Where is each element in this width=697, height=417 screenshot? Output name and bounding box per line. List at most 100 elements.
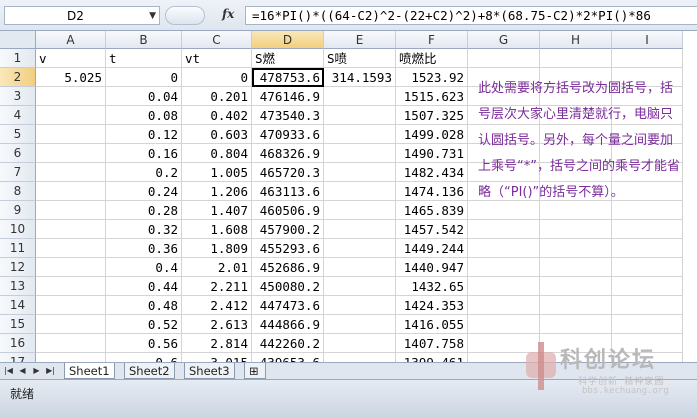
cell-i12[interactable] xyxy=(612,258,683,277)
insert-sheet-icon[interactable]: ⊞ xyxy=(244,363,266,379)
cell-e16[interactable] xyxy=(324,334,396,353)
cell-a10[interactable] xyxy=(36,220,106,239)
cell-b15[interactable]: 0.52 xyxy=(106,315,182,334)
cell-c12[interactable]: 2.01 xyxy=(182,258,252,277)
cell-b9[interactable]: 0.28 xyxy=(106,201,182,220)
cell-d10[interactable]: 457900.2 xyxy=(252,220,324,239)
cell-c8[interactable]: 1.206 xyxy=(182,182,252,201)
cell-b5[interactable]: 0.12 xyxy=(106,125,182,144)
cell-h10[interactable] xyxy=(540,220,612,239)
cell-c13[interactable]: 2.211 xyxy=(182,277,252,296)
cell-a7[interactable] xyxy=(36,163,106,182)
row-header-10[interactable]: 10 xyxy=(0,220,36,239)
cell-c2[interactable]: 0 xyxy=(182,68,252,87)
cell-c5[interactable]: 0.603 xyxy=(182,125,252,144)
row-header-6[interactable]: 6 xyxy=(0,144,36,163)
cell-d9[interactable]: 460506.9 xyxy=(252,201,324,220)
cell-f7[interactable]: 1482.434 xyxy=(396,163,468,182)
cell-g13[interactable] xyxy=(468,277,540,296)
row-header-9[interactable]: 9 xyxy=(0,201,36,220)
cell-f2[interactable]: 1523.92 xyxy=(396,68,468,87)
cell-d6[interactable]: 468326.9 xyxy=(252,144,324,163)
column-header-e[interactable]: E xyxy=(324,31,396,49)
cell-a12[interactable] xyxy=(36,258,106,277)
cell-e9[interactable] xyxy=(324,201,396,220)
prev-sheet-icon[interactable]: ◀ xyxy=(17,365,28,377)
cell-e12[interactable] xyxy=(324,258,396,277)
row-header-1[interactable]: 1 xyxy=(0,49,36,68)
cell-c11[interactable]: 1.809 xyxy=(182,239,252,258)
cell-d16[interactable]: 442260.2 xyxy=(252,334,324,353)
cell-b4[interactable]: 0.08 xyxy=(106,106,182,125)
row-header-13[interactable]: 13 xyxy=(0,277,36,296)
cell-a3[interactable] xyxy=(36,87,106,106)
cell-i11[interactable] xyxy=(612,239,683,258)
last-sheet-icon[interactable]: ▶| xyxy=(45,365,56,377)
cell-c1[interactable]: vt xyxy=(182,49,252,68)
cell-e6[interactable] xyxy=(324,144,396,163)
cell-c3[interactable]: 0.201 xyxy=(182,87,252,106)
row-header-4[interactable]: 4 xyxy=(0,106,36,125)
cell-b3[interactable]: 0.04 xyxy=(106,87,182,106)
row-header-16[interactable]: 16 xyxy=(0,334,36,353)
formula-input[interactable]: =16*PI()*((64-C2)^2-(22+C2)^2)+8*(68.75-… xyxy=(245,6,697,25)
row-header-14[interactable]: 14 xyxy=(0,296,36,315)
cell-i15[interactable] xyxy=(612,315,683,334)
column-header-h[interactable]: H xyxy=(540,31,612,49)
cell-h1[interactable] xyxy=(540,49,612,68)
column-header-a[interactable]: A xyxy=(36,31,106,49)
row-header-7[interactable]: 7 xyxy=(0,163,36,182)
cell-a4[interactable] xyxy=(36,106,106,125)
cell-a6[interactable] xyxy=(36,144,106,163)
cell-b12[interactable]: 0.4 xyxy=(106,258,182,277)
tab-sheet2[interactable]: Sheet2 xyxy=(124,363,175,379)
cell-h12[interactable] xyxy=(540,258,612,277)
cell-c9[interactable]: 1.407 xyxy=(182,201,252,220)
cell-e1[interactable]: S喷 xyxy=(324,49,396,68)
cell-e2[interactable]: 314.1593 xyxy=(324,68,396,87)
next-sheet-icon[interactable]: ▶ xyxy=(31,365,42,377)
cell-a5[interactable] xyxy=(36,125,106,144)
cell-g1[interactable] xyxy=(468,49,540,68)
cell-b16[interactable]: 0.56 xyxy=(106,334,182,353)
cell-f5[interactable]: 1499.028 xyxy=(396,125,468,144)
name-box[interactable]: D2 ▼ xyxy=(4,6,160,25)
cell-a16[interactable] xyxy=(36,334,106,353)
cell-d14[interactable]: 447473.6 xyxy=(252,296,324,315)
cell-e14[interactable] xyxy=(324,296,396,315)
cell-f3[interactable]: 1515.623 xyxy=(396,87,468,106)
formula-buttons[interactable] xyxy=(165,6,205,25)
cell-b14[interactable]: 0.48 xyxy=(106,296,182,315)
select-all-corner[interactable] xyxy=(0,31,36,49)
cell-e7[interactable] xyxy=(324,163,396,182)
cell-b6[interactable]: 0.16 xyxy=(106,144,182,163)
cell-f16[interactable]: 1407.758 xyxy=(396,334,468,353)
cell-d5[interactable]: 470933.6 xyxy=(252,125,324,144)
cell-c14[interactable]: 2.412 xyxy=(182,296,252,315)
cell-a15[interactable] xyxy=(36,315,106,334)
cell-a14[interactable] xyxy=(36,296,106,315)
cell-d8[interactable]: 463113.6 xyxy=(252,182,324,201)
cell-c4[interactable]: 0.402 xyxy=(182,106,252,125)
column-header-c[interactable]: C xyxy=(182,31,252,49)
cell-h11[interactable] xyxy=(540,239,612,258)
cell-d1[interactable]: S燃 xyxy=(252,49,324,68)
cell-d7[interactable]: 465720.3 xyxy=(252,163,324,182)
cell-a13[interactable] xyxy=(36,277,106,296)
cell-f10[interactable]: 1457.542 xyxy=(396,220,468,239)
cell-b8[interactable]: 0.24 xyxy=(106,182,182,201)
cell-f15[interactable]: 1416.055 xyxy=(396,315,468,334)
row-header-5[interactable]: 5 xyxy=(0,125,36,144)
cell-b10[interactable]: 0.32 xyxy=(106,220,182,239)
cell-f11[interactable]: 1449.244 xyxy=(396,239,468,258)
cell-c16[interactable]: 2.814 xyxy=(182,334,252,353)
cell-d2[interactable]: 478753.6 xyxy=(252,68,324,87)
cell-h14[interactable] xyxy=(540,296,612,315)
column-header-d[interactable]: D xyxy=(252,31,324,49)
cell-e3[interactable] xyxy=(324,87,396,106)
column-header-f[interactable]: F xyxy=(396,31,468,49)
cell-c7[interactable]: 1.005 xyxy=(182,163,252,182)
cell-f4[interactable]: 1507.325 xyxy=(396,106,468,125)
cell-e10[interactable] xyxy=(324,220,396,239)
row-header-2[interactable]: 2 xyxy=(0,68,36,87)
